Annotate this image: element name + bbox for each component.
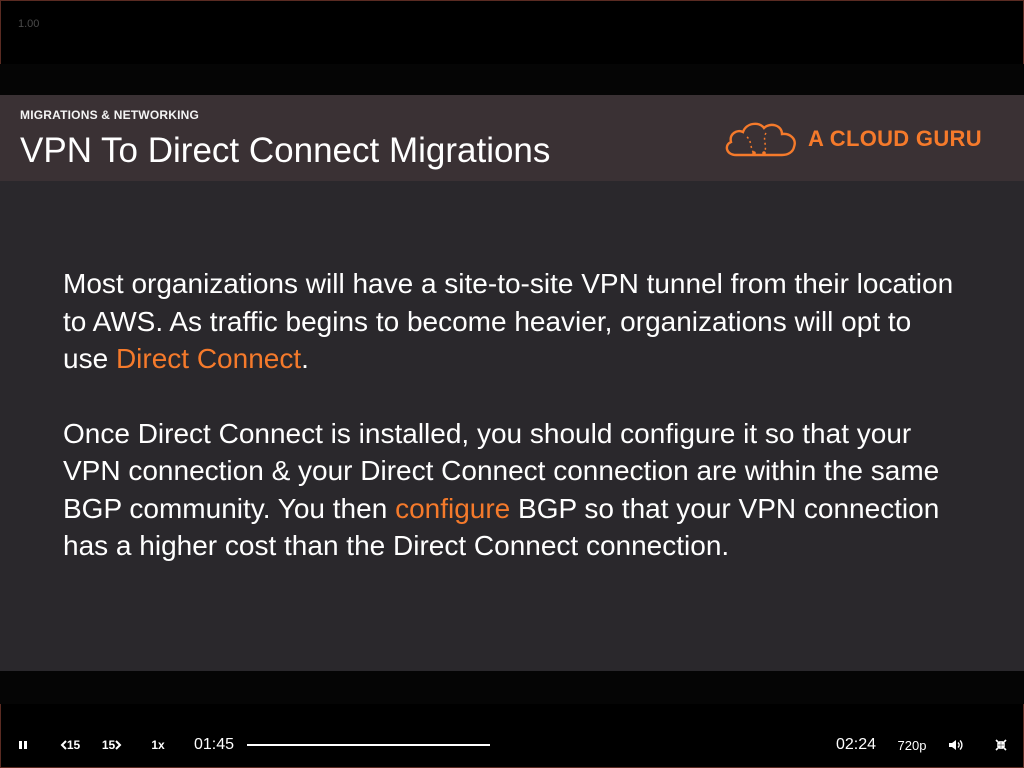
volume-button[interactable] bbox=[944, 730, 968, 760]
chevron-right-icon bbox=[115, 740, 122, 750]
quality-button[interactable]: 720p bbox=[894, 730, 930, 760]
cloud-logo-icon bbox=[725, 122, 796, 157]
seek-progress bbox=[247, 744, 490, 746]
rewind-15-button[interactable]: 15 bbox=[56, 730, 84, 760]
slide-header: MIGRATIONS & NETWORKING VPN To Direct Co… bbox=[0, 95, 1024, 181]
paragraph-1-highlight: Direct Connect bbox=[115, 343, 302, 374]
a-cloud-guru-logo: A CLOUD GURU bbox=[722, 117, 1002, 161]
exit-fullscreen-icon bbox=[995, 739, 1007, 751]
forward-15-button[interactable]: 15 bbox=[98, 730, 126, 760]
pause-icon bbox=[19, 741, 27, 749]
playback-speed-button[interactable]: 1x bbox=[146, 730, 170, 760]
rewind-label: 15 bbox=[66, 738, 81, 752]
seek-bar[interactable] bbox=[247, 744, 490, 746]
slide-kicker: MIGRATIONS & NETWORKING bbox=[20, 108, 200, 122]
forward-label: 15 bbox=[101, 738, 116, 752]
zoom-readout: 1.00 bbox=[18, 18, 40, 30]
slide-body: Most organizations will have a site-to-s… bbox=[63, 265, 963, 602]
paragraph-1-end: . bbox=[301, 343, 309, 374]
chevron-left-icon bbox=[60, 740, 67, 750]
video-stage[interactable]: MIGRATIONS & NETWORKING VPN To Direct Co… bbox=[0, 64, 1024, 704]
paragraph-2-highlight: configure bbox=[395, 492, 511, 524]
total-duration: 02:24 bbox=[835, 736, 877, 753]
player-controls: 15 15 1x 01:45 02:24 720p bbox=[0, 730, 1024, 760]
slide: MIGRATIONS & NETWORKING VPN To Direct Co… bbox=[0, 95, 1024, 671]
slide-paragraph-2: Once Direct Connect is installed, you sh… bbox=[63, 415, 963, 565]
logo-text: A CLOUD GURU bbox=[808, 126, 982, 151]
slide-title: VPN To Direct Connect Migrations bbox=[20, 131, 551, 170]
pause-button[interactable] bbox=[12, 730, 34, 760]
slide-paragraph-1: Most organizations will have a site-to-s… bbox=[63, 265, 963, 378]
exit-fullscreen-button[interactable] bbox=[990, 730, 1012, 760]
volume-icon bbox=[949, 740, 963, 750]
elapsed-time: 01:45 bbox=[193, 736, 235, 753]
